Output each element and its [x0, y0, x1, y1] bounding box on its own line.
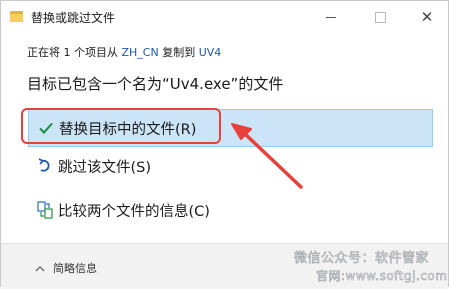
- watermark-line-1: 微信公众号：软件管家: [294, 251, 430, 267]
- fewer-details-toggle[interactable]: 简略信息: [35, 260, 97, 276]
- chevron-up-icon: [35, 262, 45, 275]
- replace-or-skip-dialog: 替换或跳过文件 ✕ 正在将 1 个项目从 ZH_CN 复制到 UV4 目标已包含…: [0, 0, 449, 289]
- watermark-line-2: 官网:www.softgj.com: [316, 269, 448, 284]
- fewer-details-label: 简略信息: [53, 262, 97, 275]
